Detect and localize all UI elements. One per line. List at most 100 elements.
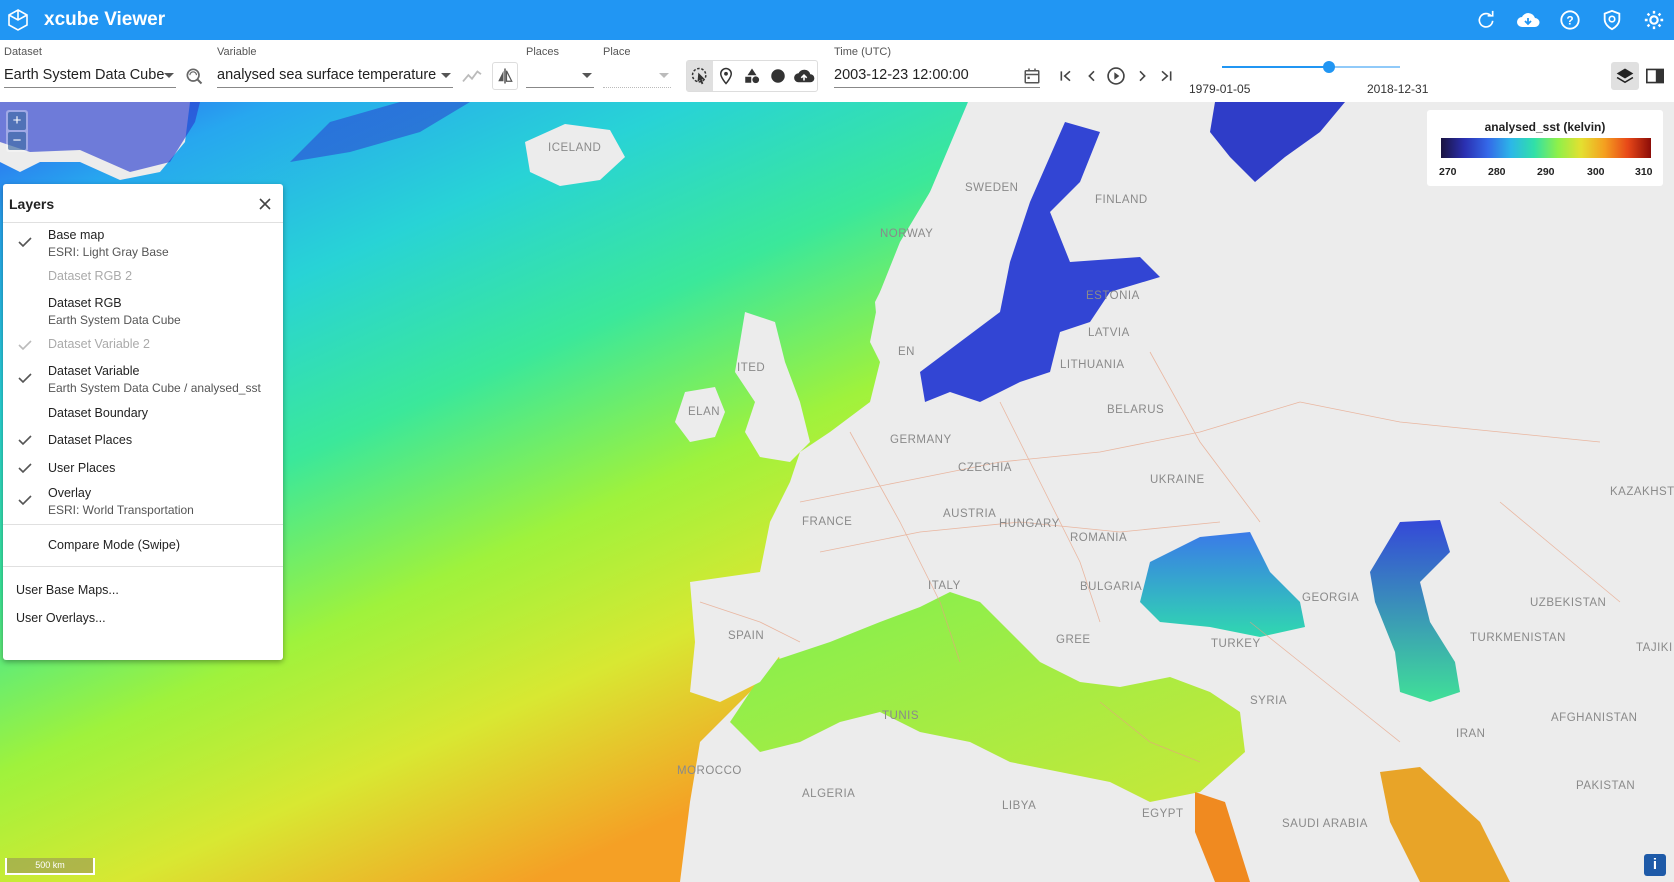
sidebar-toggle-icon[interactable] (1641, 62, 1669, 90)
compare-icon[interactable] (492, 62, 518, 90)
zoom-out-button[interactable]: − (8, 132, 26, 150)
map-label: ELAN (688, 406, 721, 418)
layer-item-dataset-rgb-2[interactable]: Dataset RGB 2 (3, 264, 283, 288)
map-label: EGYPT (1142, 808, 1184, 820)
map-label: ROMANIA (1070, 532, 1128, 544)
check-icon (17, 337, 35, 355)
attribution-button[interactable]: i (1644, 854, 1666, 876)
layer-item-subtitle: ESRI: Light Gray Base (48, 245, 169, 259)
first-step-icon[interactable] (1054, 64, 1078, 88)
places-value[interactable] (526, 62, 594, 88)
variable-value[interactable]: analysed sea surface temperature (217, 62, 453, 88)
layer-item-subtitle: Earth System Data Cube / analysed_sst (48, 381, 261, 395)
svg-text:?: ? (1566, 14, 1573, 28)
policy-icon[interactable] (1600, 8, 1624, 32)
time-value-text: 2003-12-23 12:00:00 (834, 67, 969, 83)
refresh-icon[interactable] (1474, 8, 1498, 32)
map-label: AFGHANISTAN (1551, 712, 1638, 724)
layer-item-title: Overlay (48, 486, 92, 500)
map-label: PAKISTAN (1576, 780, 1636, 792)
map-label: KAZAKHSTA (1610, 486, 1674, 498)
next-step-icon[interactable] (1130, 64, 1154, 88)
select-tool-icon[interactable] (687, 61, 713, 91)
time-slider-max-label: 2018-12-31 (1367, 82, 1429, 96)
legend-tick: 300 (1587, 166, 1605, 178)
time-value[interactable]: 2003-12-23 12:00:00 (834, 62, 1040, 88)
check-icon (17, 432, 35, 450)
time-slider-thumb[interactable] (1322, 61, 1335, 73)
dataset-value-text: Earth System Data Cube (4, 67, 165, 83)
calendar-icon[interactable] (1020, 64, 1044, 88)
layer-item-title: User Places (48, 461, 116, 475)
dataset-label: Dataset (4, 46, 42, 58)
map-label: SWEDEN (965, 182, 1019, 194)
compare-mode-item[interactable]: Compare Mode (Swipe) (3, 530, 283, 560)
point-tool-icon[interactable] (713, 61, 739, 91)
time-slider-fill (1222, 66, 1329, 68)
check-icon (17, 234, 35, 252)
cloud-download-icon[interactable] (1516, 8, 1540, 32)
variable-dropdown-icon (441, 73, 451, 78)
place-value[interactable] (603, 62, 671, 88)
compare-mode-label: Compare Mode (Swipe) (48, 538, 180, 552)
user-base-maps-link[interactable]: User Base Maps... (16, 583, 119, 597)
polygon-tool-icon[interactable] (739, 61, 765, 91)
close-icon[interactable] (257, 196, 273, 212)
layer-item-base-map[interactable]: Base map ESRI: Light Gray Base (3, 222, 283, 262)
map-label: BULGARIA (1080, 581, 1143, 593)
last-step-icon[interactable] (1154, 64, 1178, 88)
layer-item-title: Dataset Boundary (48, 406, 149, 420)
map-label: IRAN (1456, 728, 1486, 740)
variable-value-text: analysed sea surface temperature (217, 67, 437, 83)
map-label: TURKMENISTAN (1470, 632, 1566, 644)
layer-item-dataset-rgb[interactable]: Dataset RGB Earth System Data Cube (3, 290, 283, 330)
map-label: UZBEKISTAN (1530, 597, 1607, 609)
legend-tick: 280 (1488, 166, 1506, 178)
layers-toggle-icon[interactable] (1611, 62, 1639, 90)
map-label: TURKEY (1211, 638, 1261, 650)
layer-item-title: Dataset Variable 2 (48, 337, 150, 351)
zoom-in-button[interactable]: + (8, 112, 26, 130)
layer-item-dataset-boundary[interactable]: Dataset Boundary (3, 400, 283, 424)
map-label: EN (898, 346, 915, 358)
dataset-value[interactable]: Earth System Data Cube (4, 62, 176, 88)
legend-title: analysed_sst (kelvin) (1484, 120, 1606, 134)
map-label: BELARUS (1107, 404, 1165, 416)
map-label: GERMANY (890, 434, 952, 446)
dataset-info-icon[interactable] (182, 64, 206, 88)
check-icon (17, 370, 35, 388)
places-label: Places (526, 46, 560, 58)
map-label: HUNGARY (999, 518, 1060, 530)
divider (3, 524, 283, 525)
time-slider-min-label: 1979-01-05 (1189, 82, 1251, 96)
user-overlays-link[interactable]: User Overlays... (16, 611, 106, 625)
layer-item-dataset-places[interactable]: Dataset Places (3, 427, 283, 451)
layer-item-user-places[interactable]: User Places (3, 455, 283, 479)
map-label: SAUDI ARABIA (1282, 818, 1368, 830)
legend-colorbar[interactable] (1441, 138, 1651, 158)
layer-item-dataset-variable-2[interactable]: Dataset Variable 2 (3, 332, 283, 356)
play-icon[interactable] (1104, 64, 1128, 88)
prev-step-icon[interactable] (1080, 64, 1104, 88)
map-label: LITHUANIA (1060, 359, 1125, 371)
layer-item-overlay[interactable]: Overlay ESRI: World Transportation (3, 480, 283, 520)
layers-panel-title: Layers (9, 196, 55, 212)
legend-tick: 270 (1439, 166, 1457, 178)
legend-tick: 290 (1537, 166, 1555, 178)
layer-item-subtitle: Earth System Data Cube (48, 313, 181, 327)
help-icon[interactable]: ? (1558, 8, 1582, 32)
place-label: Place (603, 46, 631, 58)
zoom-control: + − (6, 110, 28, 152)
layer-item-dataset-variable[interactable]: Dataset Variable Earth System Data Cube … (3, 358, 283, 398)
timeseries-icon[interactable] (460, 64, 484, 88)
map-label: ALGERIA (802, 788, 856, 800)
settings-icon[interactable] (1642, 8, 1666, 32)
header-actions: ? (1474, 8, 1666, 32)
upload-place-icon[interactable] (791, 61, 817, 91)
check-icon (17, 492, 35, 510)
variable-label: Variable (217, 46, 257, 58)
map-label: TUNIS (882, 710, 919, 722)
map-label: ICELAND (548, 142, 602, 154)
circle-tool-icon[interactable] (765, 61, 791, 91)
layer-item-title: Base map (48, 228, 105, 242)
